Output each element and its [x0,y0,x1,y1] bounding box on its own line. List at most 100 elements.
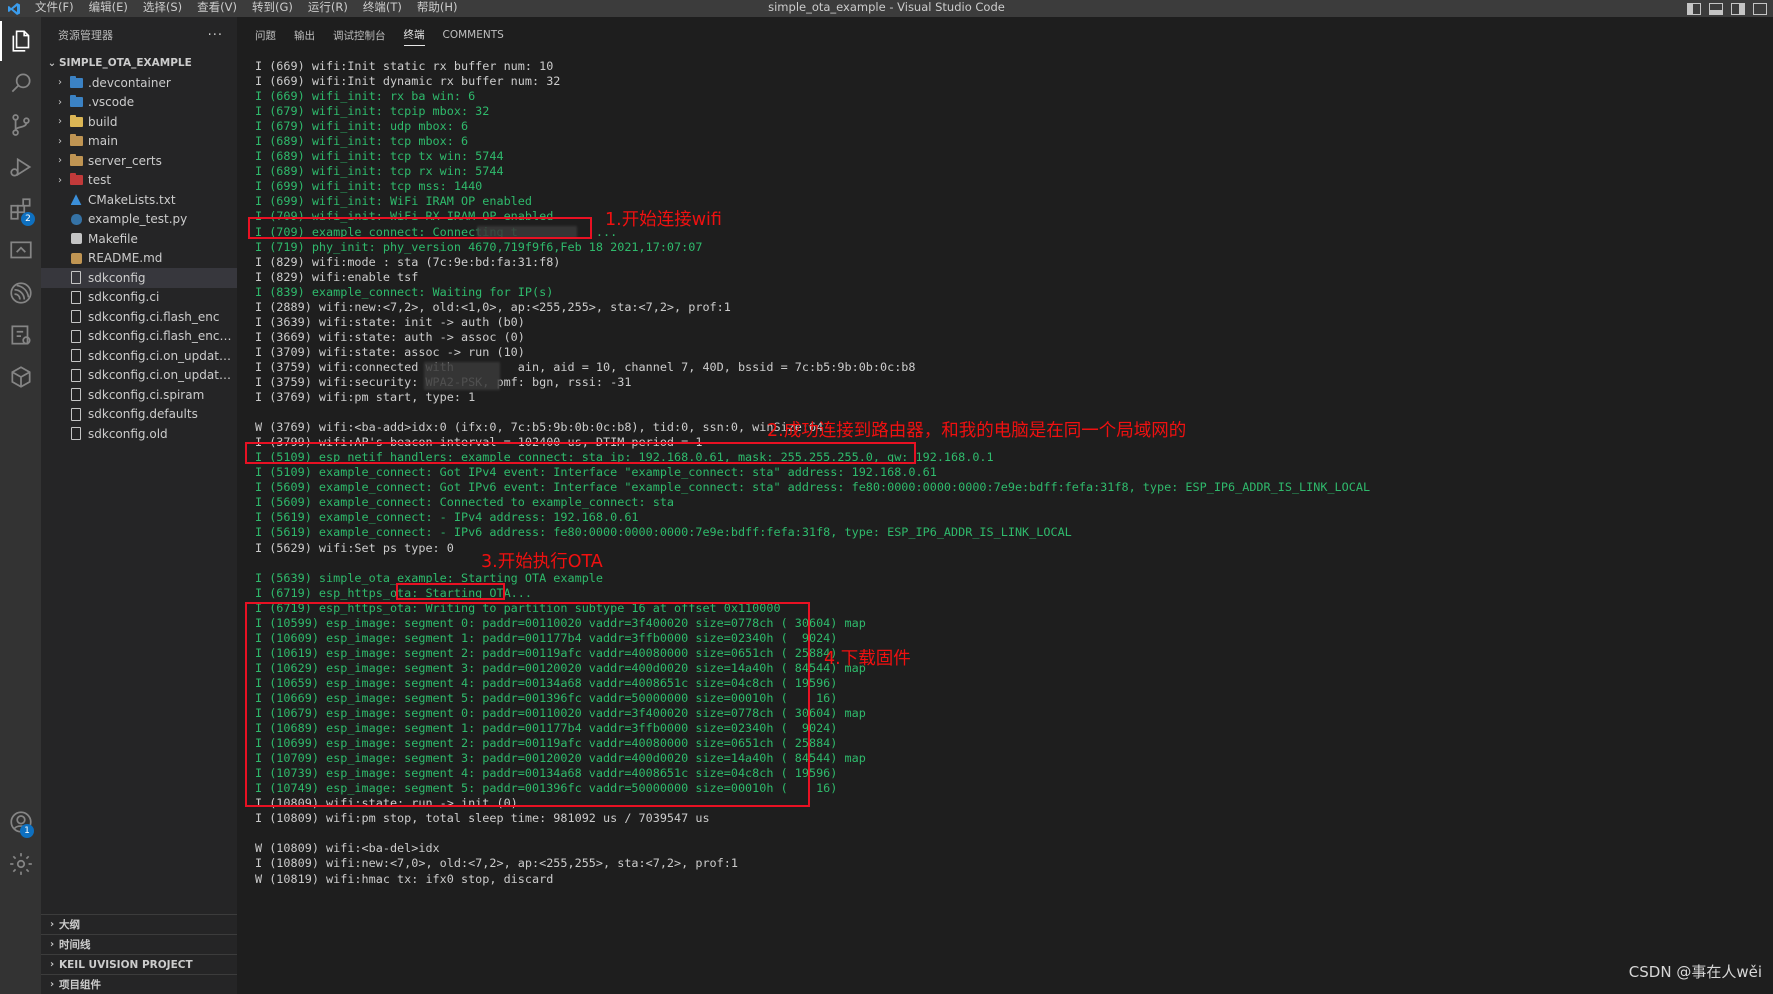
file-icon [69,349,83,363]
panel-tab[interactable]: 终端 [403,24,425,46]
sidebar-section[interactable]: › 时间线 [41,934,237,954]
annotation-router-connected: 2.成功连接到路由器，和我的电脑是在同一个局域网的 [767,421,1187,441]
annotation-start-ota: 3.开始执行OTA [481,552,603,572]
tree-file[interactable]: sdkconfig.old [41,424,237,444]
menu-item[interactable]: 运行(R) [301,0,356,17]
search-icon[interactable] [0,63,41,103]
terminal-line: I (689) wifi_init: tcp mbox: 6 [255,134,469,149]
settings-gear-icon[interactable] [0,844,41,884]
toggle-primary-sidebar-icon[interactable] [1687,2,1701,15]
espressif-icon[interactable] [0,273,41,313]
tree-item-label: .devcontainer [88,75,171,90]
file-icon [69,368,83,382]
file-icon [69,388,83,402]
toggle-secondary-sidebar-icon[interactable] [1731,2,1745,15]
menu-item[interactable]: 选择(S) [136,0,190,17]
tree-file[interactable]: example_test.py [41,210,237,230]
tree-file[interactable]: sdkconfig.ci.flash_enc_wifi [41,327,237,347]
terminal-line: I (829) wifi:enable tsf [255,269,419,284]
file-icon [69,427,83,441]
panel-tab[interactable]: 调试控制台 [333,25,386,46]
annotation-download-firmware: 4.下载固件 [824,649,911,669]
tree-item-label: main [88,134,118,149]
makefile-icon [69,232,83,246]
chevron-right-icon: › [58,96,62,108]
panel-tab[interactable]: COMMENTS [443,26,504,44]
file-icon [69,329,83,343]
tree-item-label: Makefile [88,231,138,246]
menu-item[interactable]: 编辑(E) [82,0,136,17]
testing-icon[interactable] [0,315,41,355]
project-name: SIMPLE_OTA_EXAMPLE [59,57,192,69]
terminal-line: I (3759) wifi:security: WPA2-PSK, pmf: b… [255,374,632,389]
tree-file[interactable]: sdkconfig [41,268,237,288]
project-root[interactable]: ⌄ SIMPLE_OTA_EXAMPLE [41,53,237,73]
panel-tab[interactable]: 问题 [255,25,276,46]
terminal-line: I (3709) wifi:state: assoc -> run (10) [255,344,525,359]
run-debug-icon[interactable] [0,147,41,187]
tree-file[interactable]: sdkconfig.ci.on_update_no... [41,366,237,386]
accounts-icon[interactable]: 1 [0,802,41,842]
sidebar-section[interactable]: › 项目组件 [41,974,237,994]
chevron-right-icon: › [49,939,55,950]
terminal-line: I (5609) example_connect: Connected to e… [255,495,675,510]
sidebar-section[interactable]: › 大纲 [41,914,237,934]
chevron-right-icon: › [49,959,55,970]
tree-item-label: sdkconfig.ci [88,290,160,305]
explorer-icon[interactable] [0,21,41,61]
more-actions-icon[interactable]: ··· [208,28,223,43]
folder-icon [69,153,83,168]
terminal-line: I (719) phy_init: phy_version 4670,719f9… [255,239,703,254]
panel-tab[interactable]: 输出 [294,25,315,46]
tree-file[interactable]: README.md [41,249,237,269]
tree-folder[interactable]: › build [41,112,237,132]
menu-item[interactable]: 转到(G) [245,0,301,17]
terminal-line: I (3669) wifi:state: auth -> assoc (0) [255,329,525,344]
tree-folder[interactable]: › .devcontainer [41,73,237,93]
source-control-icon[interactable] [0,105,41,145]
test-folder-icon [69,173,83,187]
annotation-box-ip [245,442,916,464]
layout-controls [1687,0,1773,17]
toggle-panel-icon[interactable] [1709,2,1723,15]
terminal-line: I (669) wifi:Init dynamic rx buffer num:… [255,74,561,89]
tree-item-label: README.md [88,251,163,266]
tree-folder[interactable]: › .vscode [41,93,237,113]
tree-file[interactable]: sdkconfig.ci.spiram [41,385,237,405]
tree-folder[interactable]: › test [41,171,237,191]
tree-file[interactable]: Makefile [41,229,237,249]
customize-layout-icon[interactable] [1753,2,1767,15]
redacted-ap-name [424,362,500,390]
explorer-title: 资源管理器 [58,29,113,42]
tree-file[interactable]: sdkconfig.ci [41,288,237,308]
tree-file[interactable]: sdkconfig.defaults [41,405,237,425]
menu-item[interactable]: 文件(F) [28,0,82,17]
extensions-icon[interactable]: 2 [0,189,41,229]
tree-item-label: sdkconfig.ci.on_update_no... [88,348,237,363]
accounts-badge: 1 [20,824,34,838]
sidebar-section-label: 项目组件 [59,979,101,991]
tree-item-label: sdkconfig.ci.flash_enc_wifi [88,329,237,344]
menu-item[interactable]: 终端(T) [356,0,410,17]
tree-item-label: sdkconfig.defaults [88,407,198,422]
menu-item[interactable]: 帮助(H) [410,0,466,17]
tree-folder[interactable]: › server_certs [41,151,237,171]
cube-icon[interactable] [0,357,41,397]
tree-item-label: CMakeLists.txt [88,192,176,207]
menu-item[interactable]: 查看(V) [190,0,245,17]
tree-file[interactable]: sdkconfig.ci.flash_enc [41,307,237,327]
folder-icon [69,134,83,148]
file-icon [69,290,83,304]
tree-file[interactable]: sdkconfig.ci.on_update_no... [41,346,237,366]
tree-file[interactable]: CMakeLists.txt [41,190,237,210]
remote-explorer-icon[interactable] [0,231,41,271]
terminal-line: I (669) wifi:Init static rx buffer num: … [255,59,554,73]
annotation-connect-wifi: 1.开始连接wifi [605,210,722,230]
chevron-right-icon: › [49,919,55,930]
tree-folder[interactable]: › main [41,132,237,152]
sidebar-section[interactable]: › KEIL UVISION PROJECT [41,954,237,974]
terminal-line: I (699) wifi_init: tcp mss: 1440 [255,179,483,194]
file-icon [69,271,83,285]
